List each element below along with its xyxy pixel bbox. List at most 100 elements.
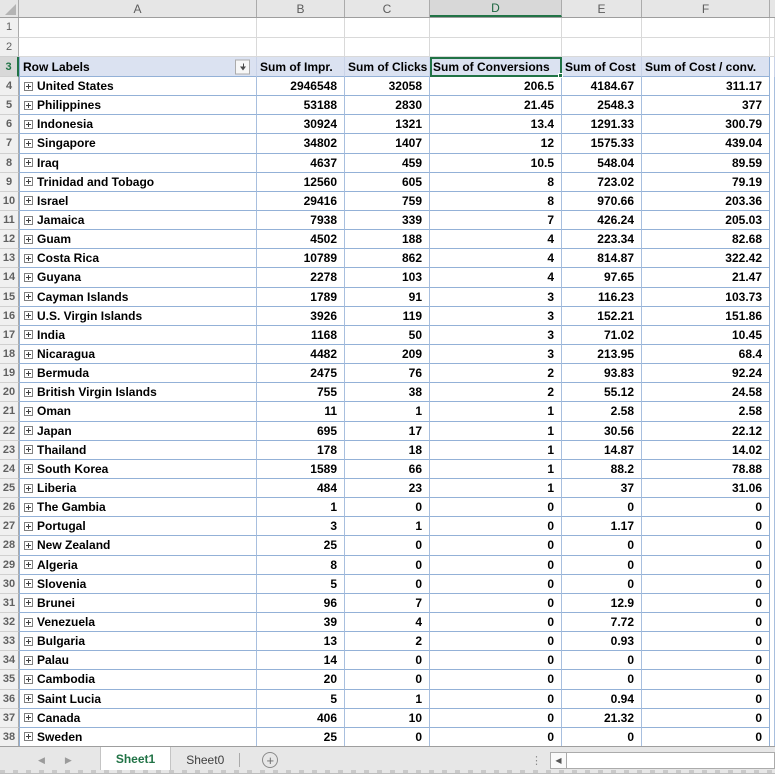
value-cell-e[interactable]: 7.72 [562,612,642,633]
value-cell-c[interactable]: 32058 [345,77,430,97]
country-cell[interactable]: Canada [19,708,257,728]
value-cell-c[interactable]: 188 [345,230,430,250]
value-cell-d[interactable]: 0 [430,689,562,709]
value-cell-d[interactable]: 1 [430,459,562,479]
country-cell[interactable]: Brunei [19,593,257,613]
column-header-e[interactable]: E [562,0,642,17]
country-cell[interactable]: Guyana [19,268,257,288]
value-cell-b[interactable]: 20 [257,670,345,690]
empty-cell[interactable] [562,18,642,38]
value-cell-c[interactable]: 76 [345,364,430,384]
value-cell-c[interactable]: 862 [345,249,430,269]
expand-icon[interactable] [24,732,33,742]
country-cell[interactable]: Philippines [19,96,257,116]
value-cell-c[interactable]: 4 [345,612,430,633]
row-header-37[interactable]: 37 [0,708,19,728]
value-cell-f[interactable]: 205.03 [642,210,770,231]
value-cell-c[interactable]: 0 [345,536,430,556]
value-cell-d[interactable]: 13.4 [430,115,562,135]
value-cell-f[interactable]: 203.36 [642,191,770,211]
expand-icon[interactable] [24,674,33,684]
tab-scroll-left-icon[interactable]: ◀ [38,755,45,766]
value-cell-e[interactable]: 0 [562,651,642,671]
country-cell[interactable]: Israel [19,191,257,211]
row-header-28[interactable]: 28 [0,536,19,556]
sheet-tab-sheet0[interactable]: Sheet0 [171,747,239,773]
value-cell-d[interactable]: 3 [430,344,562,365]
value-cell-f[interactable]: 0 [642,689,770,709]
value-cell-b[interactable]: 2946548 [257,77,345,97]
country-cell[interactable]: Singapore [19,134,257,154]
value-cell-c[interactable]: 2830 [345,96,430,116]
value-cell-e[interactable]: 1.17 [562,517,642,537]
scrollbar-thumb[interactable] [567,751,775,769]
expand-icon[interactable] [24,694,33,704]
value-cell-b[interactable]: 25 [257,536,345,556]
value-cell-e[interactable]: 0 [562,727,642,747]
country-cell[interactable]: Trinidad and Tobago [19,172,257,192]
value-cell-d[interactable]: 0 [430,593,562,613]
empty-cell[interactable] [430,18,562,38]
value-cell-b[interactable]: 4502 [257,230,345,250]
value-cell-b[interactable]: 1 [257,498,345,518]
value-cell-f[interactable]: 311.17 [642,77,770,97]
value-cell-d[interactable]: 0 [430,517,562,537]
value-cell-d[interactable]: 1 [430,421,562,441]
value-cell-f[interactable]: 10.45 [642,325,770,345]
add-sheet-button[interactable]: + [262,752,279,768]
pivot-value-header-c[interactable]: Sum of Clicks [345,57,430,77]
country-cell[interactable]: British Virgin Islands [19,383,257,403]
value-cell-c[interactable]: 17 [345,421,430,441]
expand-icon[interactable] [24,426,33,436]
row-header-22[interactable]: 22 [0,421,19,441]
horizontal-scrollbar[interactable]: ◀ [550,747,775,773]
value-cell-e[interactable]: 2548.3 [562,96,642,116]
value-cell-e[interactable]: 0.93 [562,632,642,652]
value-cell-d[interactable]: 1 [430,478,562,499]
value-cell-d[interactable]: 4 [430,249,562,269]
value-cell-d[interactable]: 10.5 [430,153,562,173]
row-header-34[interactable]: 34 [0,651,19,671]
value-cell-f[interactable]: 14.02 [642,440,770,460]
tab-scroll-right-icon[interactable]: ▶ [65,755,72,766]
row-header-13[interactable]: 13 [0,249,19,269]
expand-icon[interactable] [24,311,33,321]
row-header-1[interactable]: 1 [0,18,19,38]
splitter-grip-icon[interactable]: ⋮ [531,754,542,767]
value-cell-b[interactable]: 4482 [257,344,345,365]
row-header-19[interactable]: 19 [0,364,19,384]
value-cell-b[interactable]: 755 [257,383,345,403]
expand-icon[interactable] [24,445,33,455]
value-cell-e[interactable]: 2.58 [562,402,642,422]
value-cell-e[interactable]: 0 [562,498,642,518]
value-cell-d[interactable]: 2 [430,383,562,403]
value-cell-f[interactable]: 0 [642,727,770,747]
value-cell-f[interactable]: 0 [642,612,770,633]
value-cell-f[interactable]: 0 [642,517,770,537]
value-cell-b[interactable]: 406 [257,708,345,728]
column-header-b[interactable]: B [257,0,345,17]
empty-cell[interactable] [257,37,345,57]
country-cell[interactable]: Nicaragua [19,344,257,365]
value-cell-e[interactable]: 37 [562,478,642,499]
empty-cell[interactable] [642,18,770,38]
value-cell-f[interactable]: 300.79 [642,115,770,135]
expand-icon[interactable] [24,464,33,474]
value-cell-c[interactable]: 0 [345,555,430,575]
value-cell-d[interactable]: 4 [430,230,562,250]
expand-icon[interactable] [24,521,33,531]
pivot-value-header-b[interactable]: Sum of Impr. [257,57,345,77]
country-cell[interactable]: Saint Lucia [19,689,257,709]
value-cell-d[interactable]: 2 [430,364,562,384]
expand-icon[interactable] [24,138,33,148]
value-cell-d[interactable]: 3 [430,325,562,345]
country-cell[interactable]: Algeria [19,555,257,575]
row-header-27[interactable]: 27 [0,517,19,537]
row-labels-filter-button[interactable] [235,59,250,74]
row-header-30[interactable]: 30 [0,574,19,594]
value-cell-c[interactable]: 459 [345,153,430,173]
value-cell-e[interactable]: 21.32 [562,708,642,728]
row-header-23[interactable]: 23 [0,440,19,460]
value-cell-c[interactable]: 0 [345,498,430,518]
value-cell-c[interactable]: 759 [345,191,430,211]
